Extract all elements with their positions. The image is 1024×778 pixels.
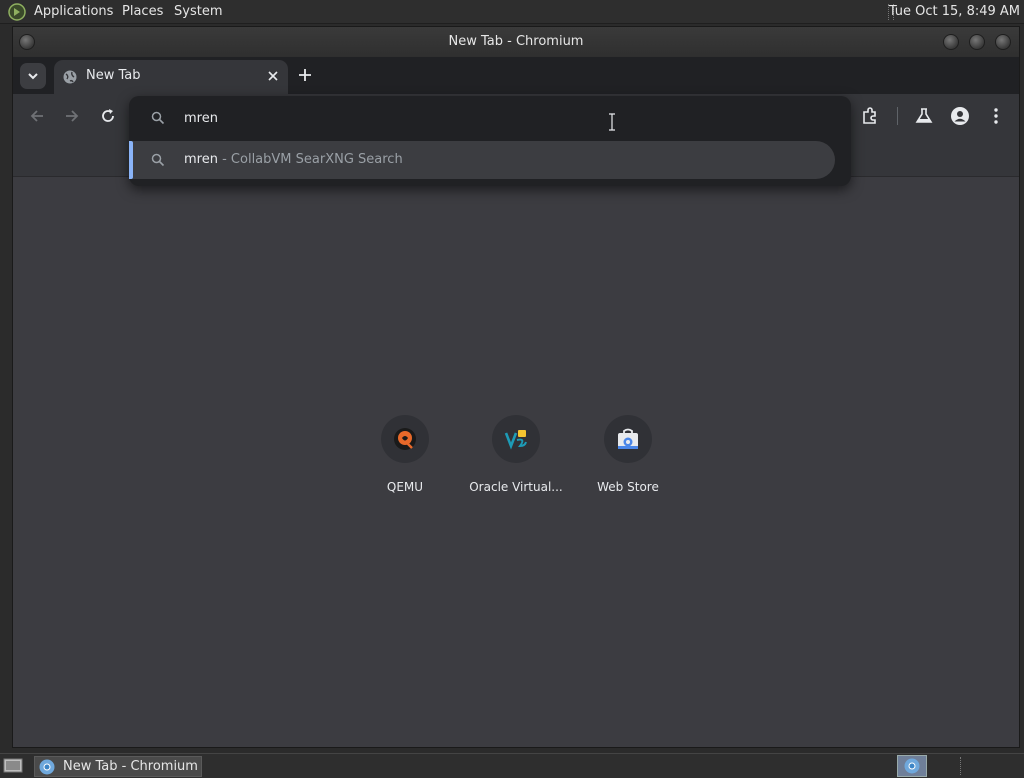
- suggestion-description: - CollabVM SearXNG Search: [217, 152, 403, 167]
- close-window-button[interactable]: [995, 34, 1011, 50]
- profile-avatar-icon[interactable]: [950, 106, 970, 126]
- minimize-button[interactable]: [943, 34, 959, 50]
- omnibox-input[interactable]: [184, 108, 784, 128]
- search-icon: [151, 153, 165, 167]
- qemu-icon: [394, 428, 416, 450]
- taskbar: New Tab - Chromium: [0, 753, 1024, 778]
- omnibox-suggestion[interactable]: mren - CollabVM SearXNG Search: [129, 141, 835, 179]
- selection-indicator: [129, 141, 133, 179]
- window-titlebar[interactable]: New Tab - Chromium: [13, 27, 1019, 57]
- virtualbox-icon: [504, 430, 527, 450]
- shortcut-tile: [492, 415, 540, 463]
- taskbar-window-label: New Tab - Chromium: [63, 759, 198, 774]
- tab-title: New Tab: [86, 68, 141, 83]
- text-cursor-icon: [609, 113, 615, 131]
- window-title: New Tab - Chromium: [448, 34, 584, 49]
- workspace-switcher[interactable]: [897, 755, 927, 777]
- distro-logo-icon[interactable]: [8, 3, 26, 21]
- shortcut-label: QEMU: [386, 480, 424, 494]
- applications-menu[interactable]: Applications: [34, 4, 113, 19]
- close-icon[interactable]: [264, 67, 282, 85]
- shortcut-label: Web Store: [597, 480, 659, 494]
- labs-flask-icon[interactable]: [914, 106, 934, 126]
- clock[interactable]: Tue Oct 15, 8:49 AM: [889, 4, 1020, 19]
- tabstrip: New Tab: [13, 57, 1019, 94]
- back-icon[interactable]: [27, 106, 47, 126]
- places-menu[interactable]: Places: [122, 4, 163, 19]
- system-menu[interactable]: System: [174, 4, 222, 19]
- shortcut-tile: [381, 415, 429, 463]
- maximize-button[interactable]: [969, 34, 985, 50]
- chromium-icon: [39, 759, 55, 775]
- top-panel: Applications Places System Tue Oct 15, 8…: [0, 0, 1024, 24]
- chevron-down-icon: [28, 73, 38, 80]
- shortcut-oracle-virtualbox[interactable]: Oracle Virtual...: [466, 415, 566, 515]
- toolbar-divider: [897, 107, 898, 125]
- chromium-icon: [904, 758, 920, 774]
- taskbar-separator: [960, 757, 966, 775]
- tab-new-tab[interactable]: New Tab: [54, 60, 288, 94]
- new-tab-plus-icon[interactable]: [295, 65, 315, 85]
- suggestion-text: mren - CollabVM SearXNG Search: [184, 152, 403, 167]
- search-icon: [151, 111, 165, 125]
- shortcut-label: Oracle Virtual...: [469, 480, 563, 494]
- extensions-icon[interactable]: [860, 106, 880, 126]
- reload-icon[interactable]: [98, 106, 118, 126]
- tab-search-button[interactable]: [20, 63, 46, 89]
- more-menu-icon[interactable]: [986, 106, 1006, 126]
- omnibox[interactable]: [129, 96, 851, 140]
- globe-icon: [63, 70, 77, 84]
- suggestion-query: mren: [184, 152, 218, 167]
- shortcut-web-store[interactable]: Web Store: [578, 415, 678, 515]
- new-tab-page: QEMU Oracle Virtual... Web Store: [13, 177, 1019, 747]
- shortcut-qemu[interactable]: QEMU: [355, 415, 455, 515]
- webstore-icon: [618, 428, 638, 449]
- taskbar-window-button[interactable]: New Tab - Chromium: [34, 756, 202, 777]
- browser-window: New Tab - Chromium New Tab QEMU Oracle V…: [12, 26, 1020, 748]
- omnibox-popup: mren - CollabVM SearXNG Search: [129, 96, 851, 186]
- show-desktop-icon[interactable]: [3, 757, 23, 775]
- forward-icon[interactable]: [62, 106, 82, 126]
- shortcut-tile: [604, 415, 652, 463]
